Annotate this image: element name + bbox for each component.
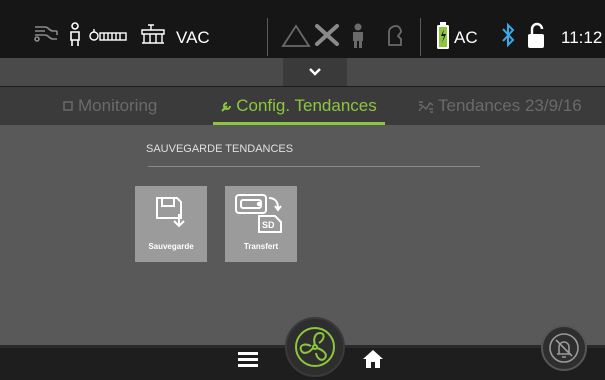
sauvegarde-label: Sauvegarde — [148, 242, 194, 251]
alarm-silence-icon — [549, 333, 579, 363]
tab-config-tendances[interactable]: Config. Tendances — [213, 87, 385, 125]
valve-icon — [88, 26, 130, 44]
circuit-icon — [32, 22, 60, 44]
tab-monitoring-label: Monitoring — [78, 96, 158, 115]
save-icon — [156, 197, 185, 228]
section-divider — [148, 166, 480, 167]
status-divider — [420, 18, 421, 56]
unlock-icon[interactable] — [527, 22, 545, 50]
sd-card-transfer-icon — [235, 194, 282, 233]
battery-icon — [436, 22, 450, 50]
clock: 11:12 — [561, 28, 603, 47]
tab-config-tendances-label: Config. Tendances — [236, 96, 377, 115]
power-source-label: AC — [454, 28, 478, 47]
chevron-down-icon — [309, 68, 321, 76]
tab-monitoring[interactable]: Monitoring — [60, 87, 210, 125]
mask-icon — [386, 24, 404, 48]
patient-icon — [68, 22, 82, 48]
tools-icon — [313, 22, 341, 48]
tab-tendances[interactable]: Tendances 23/9/16 — [418, 87, 605, 125]
menu-icon[interactable] — [237, 348, 259, 370]
trends-icon — [418, 101, 434, 113]
wrench-icon — [221, 101, 232, 112]
ventilation-mode-label: VAC — [176, 28, 210, 47]
alarm-icon — [281, 24, 311, 48]
content-panel — [0, 125, 605, 345]
pulldown-handle[interactable] — [283, 58, 347, 86]
section-title: SAUVEGARDE TENDANCES — [146, 143, 294, 155]
status-divider — [267, 18, 268, 56]
bluetooth-icon — [500, 22, 516, 48]
home-icon[interactable] — [362, 348, 384, 370]
square-icon — [63, 101, 73, 111]
sd-label: SD — [262, 220, 275, 230]
fan-icon — [295, 327, 335, 367]
breathing-circuit-icon — [138, 22, 168, 46]
fan-button[interactable] — [285, 317, 345, 377]
tab-tendances-label: Tendances 23/9/16 — [438, 96, 582, 115]
person-icon — [350, 23, 366, 49]
transfert-label: Transfert — [243, 242, 279, 251]
alarm-silence-button[interactable] — [541, 325, 587, 371]
